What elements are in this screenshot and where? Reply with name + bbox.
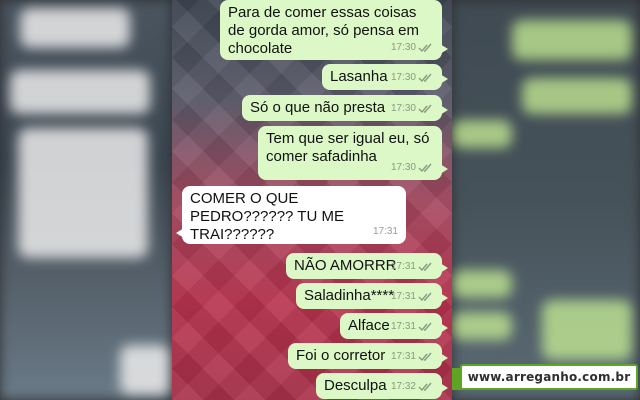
blurred-bubble xyxy=(20,8,130,48)
message-bubble-outgoing[interactable]: Saladinha**** 17:31 xyxy=(296,283,448,309)
message-bubble-outgoing[interactable]: Lasanha 17:30 xyxy=(322,64,448,90)
message-bubble-outgoing[interactable]: Alface 17:31 xyxy=(340,313,448,339)
message-time: 17:30 xyxy=(390,72,416,83)
double-check-icon xyxy=(418,262,432,272)
blurred-bubble xyxy=(522,78,632,114)
message-meta: 17:30 xyxy=(391,39,434,57)
message-meta: 17:31 xyxy=(391,288,434,306)
message-meta: 17:31 xyxy=(391,258,434,276)
message-bubble-outgoing[interactable]: Só o que não presta 17:30 xyxy=(242,95,448,121)
message-time: 17:30 xyxy=(390,42,416,53)
blurred-bubble xyxy=(542,300,632,360)
message-bubble-outgoing[interactable]: NÃO AMORRR 17:31 xyxy=(286,253,448,279)
double-check-icon xyxy=(418,352,432,362)
message-time: 17:32 xyxy=(390,381,416,392)
blurred-bubble xyxy=(452,312,512,340)
message-bubble-outgoing[interactable]: Tem que ser igual eu, só comer safadinha… xyxy=(258,126,448,180)
double-check-icon xyxy=(418,73,432,83)
watermark-stripe xyxy=(452,368,462,390)
watermark-text: www.arreganho.com.br xyxy=(467,370,631,384)
watermark-banner: www.arreganho.com.br xyxy=(452,364,638,390)
message-meta: 17:31 xyxy=(391,318,434,336)
double-check-icon xyxy=(418,43,432,53)
message-meta: 17:31 xyxy=(391,348,434,366)
message-meta: 17:30 xyxy=(391,159,434,177)
double-check-icon xyxy=(418,382,432,392)
blurred-bubble xyxy=(10,70,150,114)
blurred-bubble xyxy=(452,120,512,148)
message-time: 17:30 xyxy=(390,162,416,173)
message-time: 17:31 xyxy=(372,226,398,237)
message-bubble-incoming[interactable]: COMER O QUE PEDRO?????? TU ME TRAI??????… xyxy=(176,186,406,244)
message-time: 17:31 xyxy=(390,351,416,362)
message-time: 17:31 xyxy=(390,261,416,272)
blurred-bubble xyxy=(120,345,170,395)
message-time: 17:31 xyxy=(390,291,416,302)
message-meta: 17:31 xyxy=(373,223,398,241)
blurred-bubble xyxy=(18,128,148,258)
message-bubble-outgoing[interactable]: Foi o corretor 17:31 xyxy=(288,343,448,369)
double-check-icon xyxy=(418,163,432,173)
double-check-icon xyxy=(418,322,432,332)
message-meta: 17:32 xyxy=(391,378,434,396)
double-check-icon xyxy=(418,292,432,302)
blurred-bubble xyxy=(512,20,632,60)
message-meta: 17:30 xyxy=(391,100,434,118)
blurred-left-panel xyxy=(0,0,172,400)
message-meta: 17:30 xyxy=(391,69,434,87)
message-bubble-outgoing[interactable]: Para de comer essas coisas de gorda amor… xyxy=(220,0,448,60)
blurred-right-panel xyxy=(452,0,640,400)
message-text: COMER O QUE PEDRO?????? TU ME TRAI?????? xyxy=(190,190,344,243)
blurred-bubble xyxy=(452,270,512,298)
message-time: 17:31 xyxy=(390,321,416,332)
double-check-icon xyxy=(418,104,432,114)
message-time: 17:30 xyxy=(390,103,416,114)
chat-conversation: Para de comer essas coisas de gorda amor… xyxy=(172,0,452,400)
message-bubble-outgoing[interactable]: Desculpa 17:32 xyxy=(316,373,448,399)
